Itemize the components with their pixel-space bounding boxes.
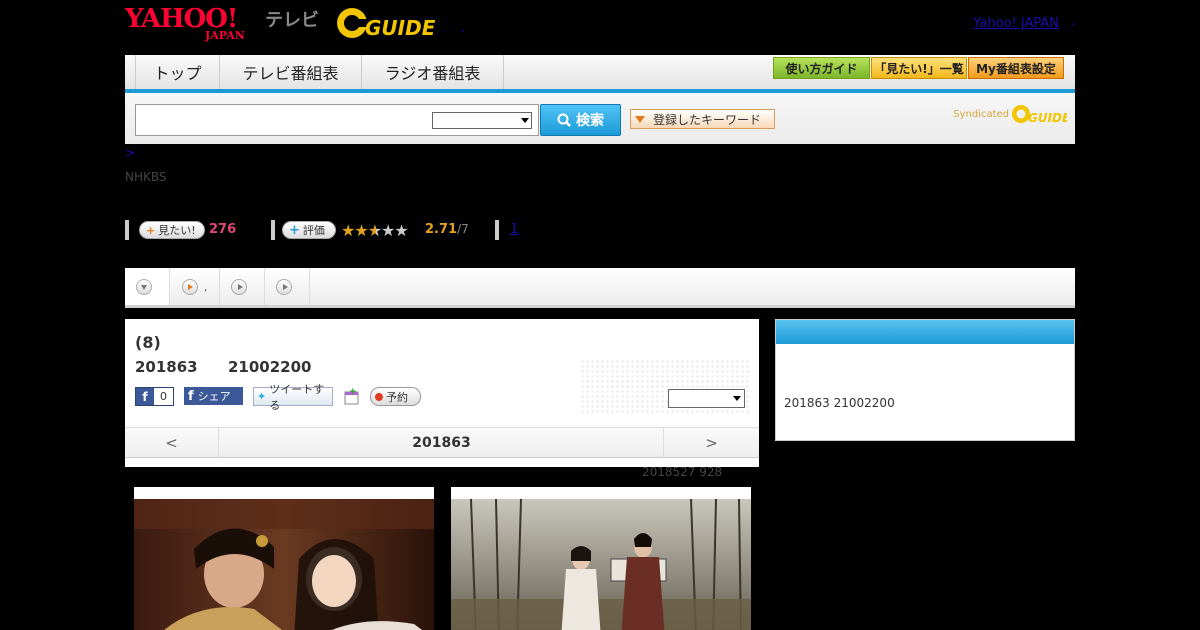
record-dot-icon xyxy=(375,392,383,401)
reserve-button[interactable]: 予約 xyxy=(370,387,421,406)
divider xyxy=(125,220,129,240)
plus-icon: + xyxy=(146,223,156,237)
syndicated-gguide-badge: Syndicated GUIDE xyxy=(953,103,1067,125)
saved-keywords-label: 登録したキーワード xyxy=(653,112,762,127)
header-comma: , xyxy=(461,20,465,34)
reserve-label: 予約 xyxy=(386,390,408,404)
site-header: YAHOO! JAPAN テレビ GUIDE , Yahoo! JAPAN . xyxy=(125,0,1075,50)
svg-text:GUIDE: GUIDE xyxy=(1028,111,1067,125)
yahoo-japan-logo[interactable]: YAHOO! JAPAN xyxy=(125,4,260,42)
triangle-down-icon xyxy=(635,115,645,123)
yahoo-japan-link[interactable]: Yahoo! JAPAN xyxy=(973,16,1059,31)
saved-keywords-button[interactable]: 登録したキーワード xyxy=(630,109,775,129)
search-bar: 検索 登録したキーワード Syndicated GUIDE xyxy=(125,93,1075,144)
yahoo-logo-sub: JAPAN xyxy=(205,29,245,42)
twitter-bird-icon: ✦ xyxy=(257,390,267,403)
want-button-label: 見たい! xyxy=(158,224,196,237)
sidebar-schedule-text: 201863 21002200 xyxy=(784,396,895,410)
tv-label: テレビ xyxy=(265,10,319,31)
action-select[interactable] xyxy=(668,389,745,408)
social-actions: f 0 f シェア ✦ ツイートする + 予約 xyxy=(135,383,755,412)
pager-current-date: 201863 xyxy=(412,435,471,451)
search-button[interactable]: 検索 xyxy=(540,104,621,136)
rate-button[interactable]: + 評価 xyxy=(282,221,336,239)
rating-stars: ★★★★★ xyxy=(341,221,409,240)
facebook-icon: f xyxy=(142,389,148,404)
want-list-button[interactable]: 「見たい!」一覧 xyxy=(871,57,967,79)
calendar-add-icon[interactable]: + xyxy=(344,387,360,405)
syndicated-label: Syndicated xyxy=(953,108,1009,120)
drama-scene-image-1 xyxy=(134,499,434,630)
play-icon xyxy=(276,278,292,295)
tab-episodes[interactable]: . xyxy=(170,268,220,305)
facebook-icon: f xyxy=(188,388,194,404)
facebook-like-button[interactable]: f 0 xyxy=(135,387,174,406)
updated-timestamp: 2018527 928 xyxy=(642,465,723,479)
chevron-down-icon xyxy=(733,396,741,401)
program-title: (8) xyxy=(135,333,161,352)
program-photo-1[interactable] xyxy=(134,487,434,630)
my-schedule-settings-button[interactable]: My番組表設定 xyxy=(968,57,1064,79)
search-icon xyxy=(557,113,571,127)
search-category-select[interactable] xyxy=(432,112,532,129)
tab-label: . xyxy=(203,279,208,294)
pager-next-button[interactable]: > xyxy=(663,428,759,458)
facebook-share-button[interactable]: f シェア xyxy=(184,387,243,405)
pager-prev-button[interactable]: < xyxy=(125,428,219,458)
nav-tab-tv-schedule[interactable]: テレビ番組表 xyxy=(220,55,362,89)
tweet-label: ツイートする xyxy=(269,382,325,412)
rating-value: 2.71/7 xyxy=(425,222,469,237)
facebook-like-count: 0 xyxy=(154,388,173,405)
rating-number: 2.71 xyxy=(425,222,458,237)
nav-tab-top[interactable]: トップ xyxy=(135,55,220,89)
star-icon: ★ xyxy=(394,221,408,240)
sidebar-schedule-box: 201863 21002200 xyxy=(775,319,1075,441)
play-icon xyxy=(231,278,247,295)
rating-count: /7 xyxy=(457,222,469,236)
sidebar-header xyxy=(776,320,1074,344)
gguide-logo[interactable]: GUIDE xyxy=(335,5,436,41)
air-time: 21002200 xyxy=(228,358,312,376)
page: YAHOO! JAPAN テレビ GUIDE , Yahoo! JAPAN . … xyxy=(0,0,1200,630)
want-button[interactable]: + 見たい! xyxy=(139,221,205,239)
svg-text:+: + xyxy=(349,387,357,397)
star-icon: ★ xyxy=(381,221,395,240)
divider xyxy=(271,220,275,240)
usage-guide-button[interactable]: 使い方ガイド xyxy=(773,57,870,79)
drama-scene-image-2 xyxy=(451,499,751,630)
gguide-small-logo: GUIDE xyxy=(1012,105,1067,125)
program-detail-panel: (8) 201863 21002200 f 0 f シェア ✦ ツイートする +… xyxy=(125,319,759,467)
header-dot: . xyxy=(1070,14,1075,29)
star-icon: ★ xyxy=(341,221,355,240)
divider xyxy=(495,220,499,240)
breadcrumb[interactable]: > xyxy=(125,146,135,160)
facebook-share-label: シェア xyxy=(197,390,231,403)
play-icon xyxy=(181,278,198,295)
rate-button-label: 評価 xyxy=(302,224,325,237)
date-pager: < 201863 > xyxy=(125,427,759,458)
tab-overview[interactable] xyxy=(125,268,170,305)
chevron-down-icon xyxy=(521,118,529,123)
tab-reviews[interactable] xyxy=(265,268,310,305)
search-button-label: 検索 xyxy=(576,113,604,129)
comments-link[interactable]: 1 xyxy=(510,222,518,237)
star-half-icon: ★ xyxy=(367,221,382,240)
want-count: 276 xyxy=(209,222,237,237)
channel-name: NHKBS xyxy=(125,170,167,184)
program-stats: + 見たい! 276 + 評価 ★★★★★ 2.71/7 1 xyxy=(125,220,1075,240)
star-icon: ★ xyxy=(354,221,368,240)
tab-cast[interactable] xyxy=(220,268,265,305)
plus-icon: + xyxy=(289,222,300,238)
air-date: 201863 xyxy=(135,358,198,376)
program-photo-2[interactable] xyxy=(451,487,751,630)
chevron-down-icon xyxy=(136,278,152,295)
tweet-button[interactable]: ✦ ツイートする xyxy=(253,383,333,412)
content-tabs: . xyxy=(125,268,1075,308)
svg-text:GUIDE: GUIDE xyxy=(365,16,435,40)
main-nav: トップ テレビ番組表 ラジオ番組表 使い方ガイド 「見たい!」一覧 My番組表設… xyxy=(125,55,1075,93)
nav-tab-radio-schedule[interactable]: ラジオ番組表 xyxy=(362,55,504,89)
